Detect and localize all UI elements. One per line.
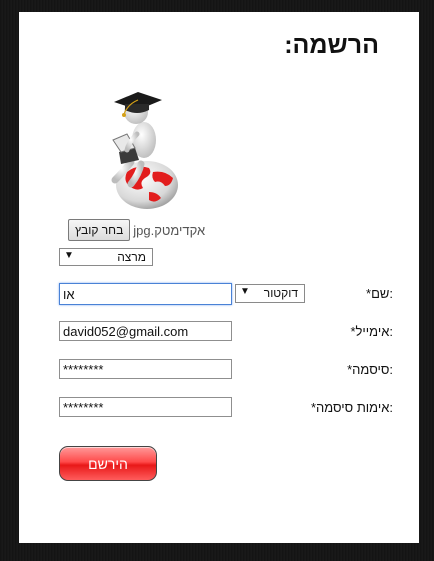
role-select-value: מרצה [117, 250, 146, 264]
name-label: :שם* [366, 286, 393, 301]
password-label: :סיסמה* [347, 362, 393, 377]
title-select[interactable]: ▼ דוקטור [235, 284, 305, 303]
confirm-password-input[interactable]: ******** [59, 397, 232, 417]
name-input[interactable]: או [59, 283, 232, 305]
selected-file-name: אקדימטק.jpg [133, 222, 206, 238]
confirm-password-label: :אימות סיסמה* [310, 400, 393, 415]
student-mascot-icon [111, 92, 178, 209]
role-select[interactable]: ▼ מרצה [59, 248, 153, 266]
page-title: הרשמה: [284, 31, 379, 59]
title-select-value: דוקטור [263, 286, 298, 300]
email-input[interactable]: david052@gmail.com [59, 321, 232, 341]
chevron-down-icon: ▼ [64, 250, 74, 261]
choose-file-button[interactable]: בחר קובץ [68, 219, 131, 241]
password-input[interactable]: ******** [59, 359, 232, 379]
email-label: :אימייל* [350, 324, 393, 339]
register-button[interactable]: הירשם [59, 446, 157, 481]
registration-panel: הרשמה: בחר קובץ אקדימטק.jpg ▼ מרצה:שם* … [19, 12, 419, 543]
chevron-down-icon: ▼ [240, 286, 250, 297]
file-upload: בחר קובץ אקדימטק.jpg [68, 219, 205, 241]
